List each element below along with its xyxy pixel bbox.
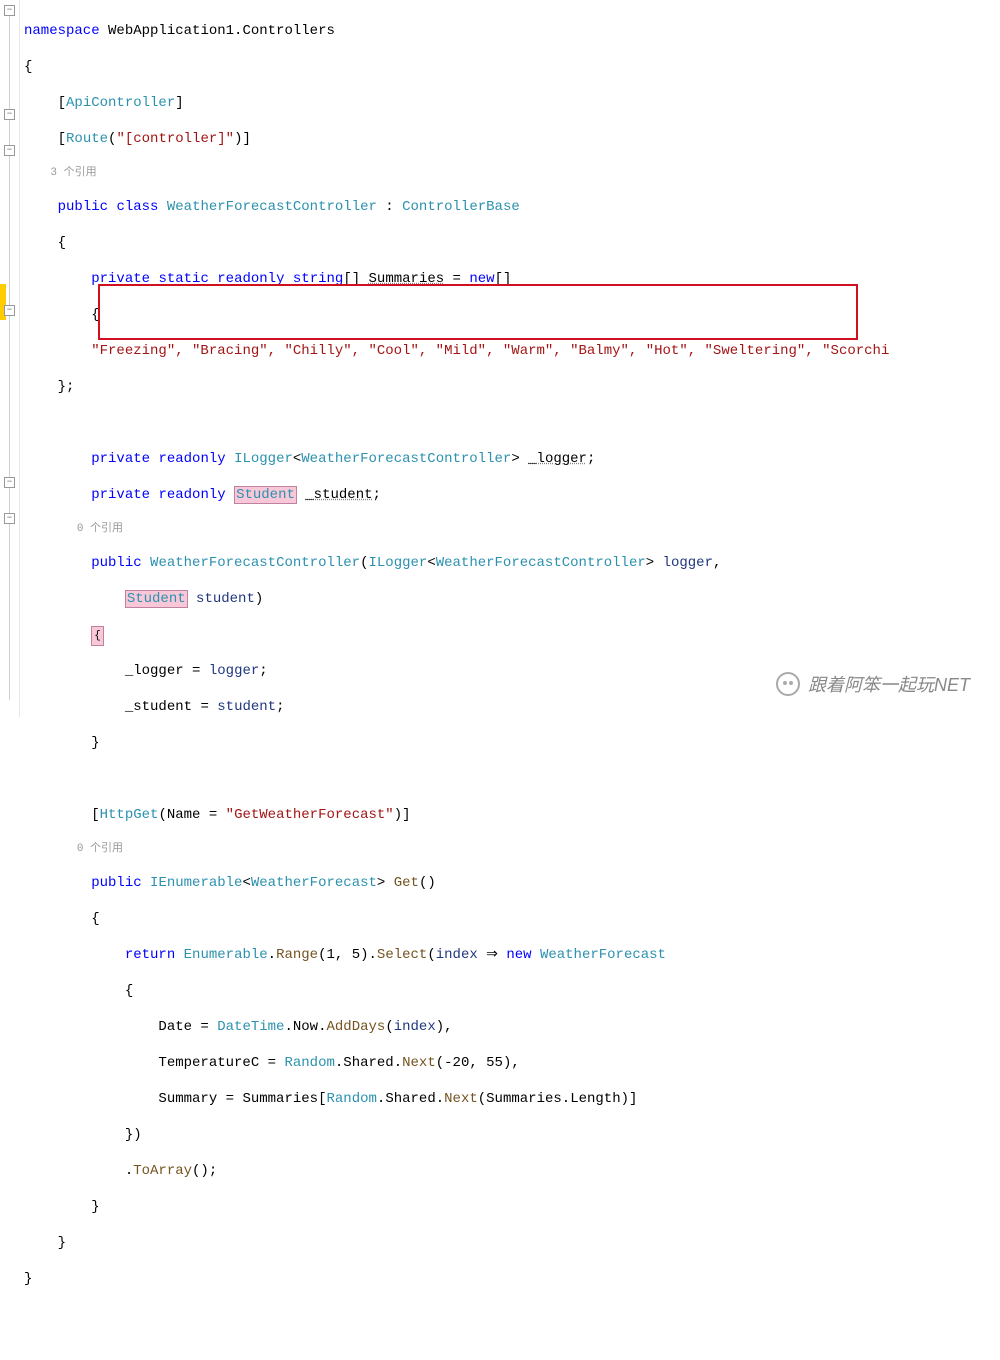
brace: { xyxy=(24,58,1000,76)
type-student-hl: Student xyxy=(234,486,297,504)
assign-lhs: _student xyxy=(125,699,192,715)
codelens-refs[interactable]: 3 个引用 xyxy=(24,166,1000,180)
fold-icon[interactable]: − xyxy=(4,145,15,156)
fold-icon[interactable]: − xyxy=(4,513,15,524)
string-array-values: "Freezing", "Bracing", "Chilly", "Cool",… xyxy=(91,343,889,359)
field-summaries: Summaries xyxy=(369,271,445,287)
constructor-name: WeatherForecastController xyxy=(150,555,360,571)
field-logger: _logger xyxy=(528,451,587,467)
codelens-refs[interactable]: 0 个引用 xyxy=(24,522,1000,536)
param-logger: logger xyxy=(663,555,713,571)
fold-icon[interactable]: − xyxy=(4,305,15,316)
wechat-icon xyxy=(776,672,800,696)
attribute-httpget: HttpGet xyxy=(100,807,159,823)
watermark: 跟着阿笨一起玩NET xyxy=(776,671,970,697)
code-editor[interactable]: − − − − − − namespace WebApplication1.Co… xyxy=(0,0,1000,717)
method-get: Get xyxy=(394,875,419,891)
param-student: student xyxy=(196,591,255,607)
codelens-refs[interactable]: 0 个引用 xyxy=(24,842,1000,856)
fold-icon[interactable]: − xyxy=(4,5,15,16)
namespace-name: WebApplication1.Controllers xyxy=(108,23,335,39)
base-class: ControllerBase xyxy=(402,199,520,215)
attribute-route: Route xyxy=(66,131,108,147)
assign-lhs: _logger xyxy=(125,663,184,679)
class-name: WeatherForecastController xyxy=(167,199,377,215)
field-student: _student xyxy=(305,487,372,503)
fold-gutter: − − − − − − xyxy=(0,0,20,717)
route-template: "[controller]" xyxy=(116,131,234,147)
fold-icon[interactable]: − xyxy=(4,109,15,120)
code-content[interactable]: namespace WebApplication1.Controllers { … xyxy=(20,0,1000,717)
type-student-hl: Student xyxy=(125,590,188,608)
fold-icon[interactable]: − xyxy=(4,477,15,488)
attribute-api: ApiController xyxy=(66,95,175,111)
keyword-namespace: namespace xyxy=(24,23,100,39)
watermark-text: 跟着阿笨一起玩NET xyxy=(808,671,970,697)
brace-error-marker: { xyxy=(91,626,104,646)
